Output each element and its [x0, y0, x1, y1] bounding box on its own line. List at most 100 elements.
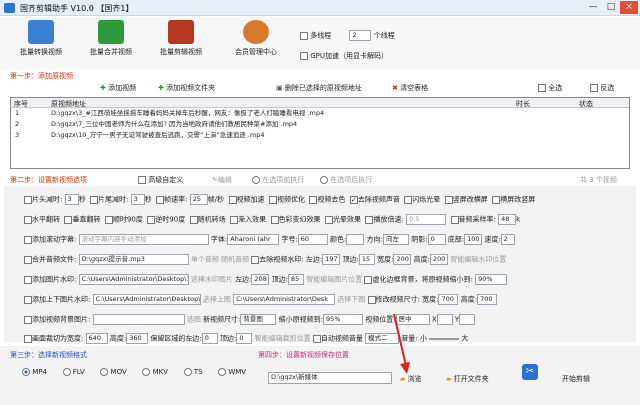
edit-button[interactable]: ✎编辑 — [212, 175, 232, 185]
close-button[interactable]: × — [620, 1, 638, 14]
y-input[interactable] — [459, 314, 476, 325]
sample-rate-checkbox[interactable] — [450, 215, 459, 224]
format-radio[interactable] — [218, 368, 227, 376]
multithread-checkbox[interactable] — [300, 31, 308, 40]
batch-edit-button[interactable]: 批量剪辑视频 — [150, 19, 212, 67]
choose-bottom-button[interactable]: 选择下图 — [337, 296, 365, 304]
video-optimize-checkbox[interactable] — [268, 195, 277, 204]
maximize-button[interactable]: □ — [602, 1, 620, 14]
x-input[interactable] — [436, 314, 453, 325]
bottom-input[interactable]: 100 — [464, 234, 483, 245]
member-center-button[interactable]: 会员管理中心 — [225, 19, 287, 67]
img-top-input[interactable]: 85 — [288, 274, 305, 285]
before-radio[interactable] — [252, 176, 260, 184]
play-speed-select[interactable]: 0.5 — [406, 214, 447, 225]
invert-select[interactable]: 反选 — [590, 83, 614, 93]
font-size-select[interactable]: 60 — [297, 234, 328, 245]
scroll-sub-input[interactable]: 滚动字幕内容手动添加 — [78, 234, 209, 245]
choose-wm-button[interactable]: 选择水印图片 — [191, 276, 233, 284]
advanced-custom[interactable]: 高级自定义 — [138, 175, 183, 185]
after-radio[interactable] — [320, 176, 328, 184]
video-speed-checkbox[interactable] — [228, 195, 237, 204]
head-trim-checkbox[interactable] — [24, 195, 32, 204]
format-radio[interactable] — [62, 368, 71, 376]
scroll-sub-checkbox[interactable] — [24, 235, 32, 244]
size-width-input[interactable]: 700 — [438, 294, 459, 305]
table-row[interactable]: 2 D:\gqzx\7_三位中国老师为什么在添加? 因为当地政府请他们教居民种菜… — [11, 119, 629, 130]
frame-wm-checkbox[interactable] — [24, 295, 32, 304]
hflip-checkbox[interactable] — [24, 215, 32, 224]
color-shift-checkbox[interactable] — [270, 215, 279, 224]
light-checkbox[interactable] — [325, 215, 334, 224]
run-after-radio[interactable]: 在选项后执行 — [320, 175, 372, 185]
smart-wm-button[interactable]: 智能编辑水印位置 — [450, 256, 506, 264]
random-convert-checkbox[interactable] — [189, 215, 198, 224]
wm-top-input[interactable]: 15 — [358, 254, 375, 265]
keep-left-input[interactable]: 0 — [201, 333, 218, 344]
format-radio[interactable] — [142, 368, 151, 376]
speed-input[interactable]: 2 — [500, 234, 515, 245]
auto-volume-checkbox[interactable] — [312, 334, 321, 343]
wm-left-input[interactable]: 197 — [322, 254, 341, 265]
tail-trim-input[interactable]: 3 — [130, 194, 145, 205]
size-height-input[interactable]: 700 — [477, 294, 498, 305]
frame-top-path[interactable]: C:\Users\Administrator\Desktop\g — [92, 294, 201, 305]
crop-width-input[interactable]: 640 — [85, 333, 108, 344]
modify-size-checkbox[interactable] — [367, 295, 376, 304]
smart-crop-button[interactable]: 智能编辑裁剪位置 — [255, 335, 311, 343]
start-edit-button[interactable]: 开始剪辑 — [562, 374, 590, 384]
add-folder-button[interactable]: ✚ 添加视频文件夹 — [158, 83, 215, 93]
run-before-radio[interactable]: 在选项前执行 — [252, 175, 304, 185]
rot90-checkbox[interactable] — [104, 215, 113, 224]
invert-checkbox[interactable] — [590, 84, 598, 92]
merge-audio-path[interactable]: D:\gqzx\提示音.mp3 — [78, 254, 189, 265]
fade-checkbox[interactable] — [230, 215, 239, 224]
random-audio-button[interactable]: 随机音频 — [221, 256, 249, 264]
img-left-input[interactable]: 208 — [251, 274, 270, 285]
direction-select[interactable]: 向左 — [382, 234, 409, 245]
choose-top-button[interactable]: 选择上图 — [203, 296, 231, 304]
color-picker[interactable] — [346, 234, 365, 245]
bg-path[interactable] — [92, 314, 185, 325]
smart-img-button[interactable]: 智能编辑图片位置 — [306, 276, 362, 284]
add-video-button[interactable]: ✚ 添加视频 — [100, 83, 136, 93]
keep-top-input[interactable]: 0 — [236, 333, 253, 344]
format-radio[interactable] — [22, 368, 30, 376]
video-list-table[interactable]: 序号 原视频地址 时长 状态 1 D:\gqzx\3_#江西萌娃坐摇摇车睡着妈妈… — [10, 97, 630, 169]
bg-pick-button[interactable]: 选图 — [187, 316, 201, 324]
head-trim-input[interactable]: 3 — [64, 194, 79, 205]
remove-audio-checkbox[interactable] — [349, 195, 358, 204]
shrink-select[interactable]: 95% — [323, 314, 364, 325]
batch-convert-button[interactable]: 批量转换视频 — [10, 19, 72, 67]
save-path-input[interactable]: D:\gqzx\新媒体 — [268, 372, 392, 384]
crop-checkbox[interactable] — [24, 334, 32, 343]
clear-table-button[interactable]: ✖ 清空表格 — [392, 83, 428, 93]
single-audio-button[interactable]: 单个音频 — [191, 256, 219, 264]
img-wm-checkbox[interactable] — [24, 275, 32, 284]
tail-trim-checkbox[interactable] — [90, 195, 99, 204]
font-select[interactable]: Aharoni (ahr — [227, 234, 280, 245]
shadow-input[interactable]: 0 — [427, 234, 446, 245]
wm-width-input[interactable]: 200 — [393, 254, 412, 265]
sample-rate-input[interactable]: 48 — [498, 214, 517, 225]
format-radio[interactable] — [100, 368, 109, 376]
table-row[interactable]: 3 D:\gqzx\10_万宁一男子无证驾驶被查后逃跑，交警“上演”急速追逐 .… — [11, 130, 629, 141]
frame-rate-input[interactable]: 25 — [189, 194, 208, 205]
table-row[interactable]: 1 D:\gqzx\3_#江西萌娃坐摇摇车睡着妈妈关掉车后秒醒，网友：像极了老人… — [11, 108, 629, 119]
minimize-button[interactable]: — — [584, 1, 602, 14]
advanced-checkbox[interactable] — [138, 176, 146, 184]
img-wm-path[interactable]: C:\Users\Administrator\Desktop\111.j — [78, 274, 189, 285]
open-folder-button[interactable]: ▰ 打开文件夹 — [446, 374, 489, 384]
add-bg-checkbox[interactable] — [24, 315, 32, 324]
thread-count-input[interactable]: 2 — [349, 30, 372, 41]
select-all[interactable]: 全选 — [538, 83, 562, 93]
delete-selected-button[interactable]: ▣ 删除已选择的原视频地址 — [276, 83, 362, 93]
wm-height-input[interactable]: 200 — [430, 254, 449, 265]
blur-select[interactable]: 90% — [475, 274, 508, 285]
frame-bottom-path[interactable]: C:\Users\Administrator\Desk — [233, 294, 336, 305]
vertical-crop-checkbox[interactable] — [444, 195, 453, 204]
frame-rate-checkbox[interactable] — [156, 195, 165, 204]
volume-slider[interactable] — [429, 337, 460, 340]
new-size-select[interactable]: 背景图 — [240, 314, 277, 325]
crop-height-input[interactable]: 360 — [126, 333, 149, 344]
